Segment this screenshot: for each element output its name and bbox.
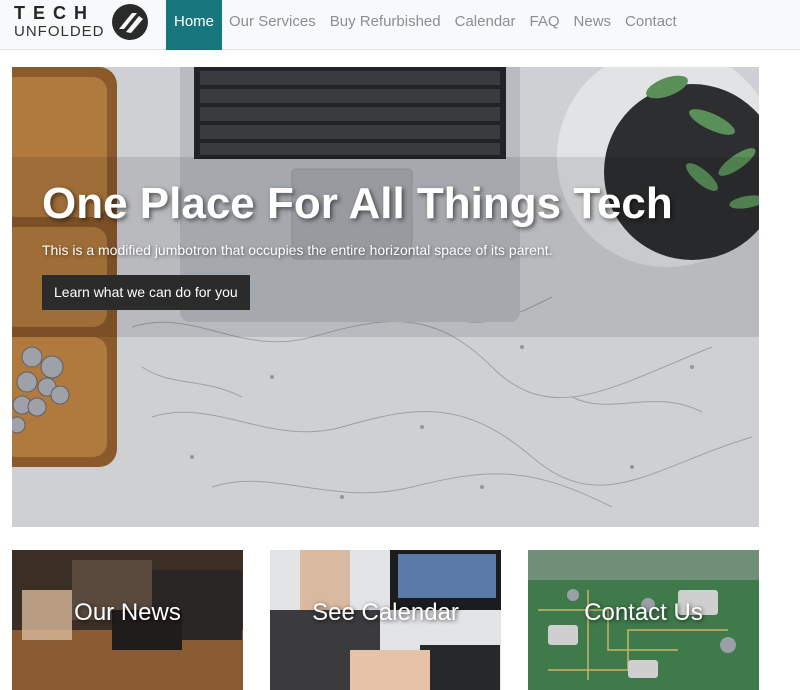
nav-buy-refurbished[interactable]: Buy Refurbished <box>323 0 448 50</box>
card-label-see-calendar: See Calendar <box>312 599 459 626</box>
nav-contact[interactable]: Contact <box>618 0 684 50</box>
card-see-calendar[interactable]: See Calendar <box>270 550 501 690</box>
brand-logo[interactable]: TECH UNFOLDED <box>6 0 154 44</box>
slash-circle-logo-icon <box>112 4 148 40</box>
hero-subtitle: This is a modified jumbotron that occupi… <box>42 242 553 258</box>
card-contact-us[interactable]: Contact Us <box>528 550 759 690</box>
nav-home[interactable]: Home <box>166 0 223 50</box>
main-nav: Home Our Services Buy Refurbished Calend… <box>166 0 684 50</box>
learn-more-button[interactable]: Learn what we can do for you <box>42 275 250 310</box>
hero-title: One Place For All Things Tech <box>42 179 673 228</box>
nav-our-services[interactable]: Our Services <box>222 0 323 50</box>
card-label-our-news: Our News <box>74 599 181 626</box>
brand-line2: UNFOLDED <box>14 23 105 40</box>
nav-news[interactable]: News <box>567 0 619 50</box>
nav-faq[interactable]: FAQ <box>523 0 567 50</box>
brand-line1: TECH <box>14 3 95 23</box>
card-our-news[interactable]: Our News <box>12 550 243 690</box>
nav-calendar[interactable]: Calendar <box>448 0 523 50</box>
hero-jumbotron: One Place For All Things Tech This is a … <box>12 67 759 527</box>
navbar: TECH UNFOLDED Home Our Services Buy Refu… <box>0 0 800 50</box>
card-label-contact-us: Contact Us <box>584 599 703 626</box>
